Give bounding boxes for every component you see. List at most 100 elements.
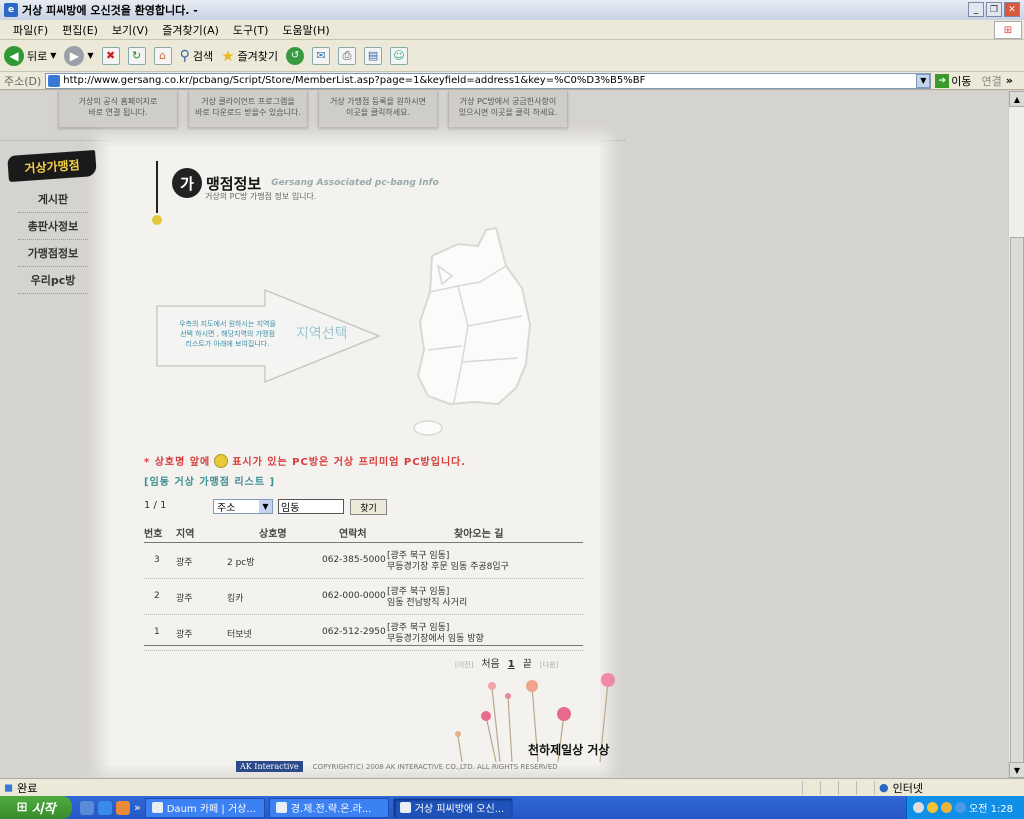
search-field-value: 주소 bbox=[217, 503, 236, 514]
game-brand-logo: 천하제일상 거상 bbox=[528, 743, 610, 757]
sidenav-mypcbang[interactable]: 우리pc방 bbox=[18, 267, 88, 294]
forward-button[interactable]: ▶ ▼ bbox=[64, 45, 94, 66]
cell-phone: 062-385-5000 bbox=[322, 555, 386, 565]
search-label: 검색 bbox=[192, 49, 214, 63]
go-arrow-icon: ➔ bbox=[935, 73, 950, 88]
mail-icon[interactable]: ✉ bbox=[312, 46, 331, 65]
go-label: 이동 bbox=[951, 74, 972, 88]
window-icon bbox=[275, 802, 287, 813]
minimize-button[interactable]: _ bbox=[968, 2, 984, 17]
links-label[interactable]: 연결 bbox=[982, 73, 1002, 89]
address-label: 주소(D) bbox=[4, 74, 42, 88]
scroll-down-icon[interactable]: ▼ bbox=[1009, 762, 1024, 778]
table-row[interactable]: 2 광주 킹카 062-000-0000 [광주 북구 임동] 임동 전남방직 … bbox=[144, 579, 583, 615]
menu-tools[interactable]: 도구(T) bbox=[226, 22, 276, 38]
start-label: 시작 bbox=[31, 802, 56, 817]
search-icon: ⚲ bbox=[179, 47, 190, 64]
address-dropdown-icon[interactable]: ▼ bbox=[916, 73, 931, 88]
cell-region: 광주 bbox=[176, 630, 193, 640]
notice-after: 표시가 있는 PC방은 거상 프리미엄 PC방입니다. bbox=[232, 457, 467, 468]
window-title: 거상 피씨방에 오신것을 환영합니다. - bbox=[22, 4, 198, 17]
home-icon[interactable]: ⌂ bbox=[153, 46, 172, 65]
find-button[interactable]: 찾기 bbox=[350, 499, 387, 515]
more-chevron-icon[interactable]: » bbox=[1006, 74, 1013, 87]
menu-edit[interactable]: 편집(E) bbox=[55, 22, 105, 38]
desktop-icon[interactable] bbox=[80, 800, 94, 815]
header-directions: 찾아오는 길 bbox=[454, 529, 504, 540]
search-button[interactable]: ⚲ 검색 bbox=[180, 48, 214, 64]
tray-network-icon[interactable] bbox=[955, 802, 966, 813]
quick-launch: » bbox=[80, 800, 141, 815]
menu-favorites[interactable]: 즐겨찾기(A) bbox=[155, 22, 226, 38]
top-nav: 거상의 공식 홈페이지로 바로 연결 됩니다. 거상 클라이언트 프로그램을 바… bbox=[58, 91, 568, 128]
address-input[interactable]: http://www.gersang.co.kr/pcbang/Script/S… bbox=[45, 72, 932, 89]
task-label: Daum 카페 | 거상... bbox=[166, 804, 256, 815]
maximize-button[interactable]: ❐ bbox=[986, 2, 1002, 17]
topnav-download[interactable]: 거상 클라이언트 프로그램을 바로 다운로드 받을수 있습니다. bbox=[188, 91, 308, 128]
print-icon[interactable]: ⎙ bbox=[338, 46, 357, 65]
cell-region: 광주 bbox=[176, 594, 193, 604]
topnav-homepage[interactable]: 거상의 공식 홈페이지로 바로 연결 됩니다. bbox=[58, 91, 178, 128]
topnav-inquiry[interactable]: 거상 PC방에서 궁금한사항이 있으시면 이곳을 클릭 하세요. bbox=[448, 91, 568, 128]
history-icon[interactable]: ↺ bbox=[286, 46, 305, 65]
favorites-label: 즐겨찾기 bbox=[237, 49, 279, 63]
menu-file[interactable]: 파일(F) bbox=[6, 22, 55, 38]
app-icon[interactable] bbox=[116, 800, 130, 815]
task-daum-cafe[interactable]: Daum 카페 | 거상... bbox=[144, 797, 265, 818]
close-button[interactable]: ✕ bbox=[1004, 2, 1020, 17]
header-name: 상호명 bbox=[259, 529, 287, 540]
cell-addr-detail: 무등경기장 후문 임동 주공8입구 bbox=[387, 562, 509, 572]
star-icon: ★ bbox=[221, 46, 235, 65]
sidenav-distributor[interactable]: 총판사정보 bbox=[18, 213, 88, 240]
korea-map[interactable] bbox=[410, 226, 540, 441]
premium-coin-icon bbox=[214, 453, 229, 468]
address-bar: 주소(D) http://www.gersang.co.kr/pcbang/Sc… bbox=[0, 72, 1024, 90]
back-button[interactable]: ◀ 뒤로 ▼ bbox=[4, 45, 56, 66]
taskbar: ⊞ 시작 » Daum 카페 | 거상... 경.제.전.략.온.라... 거상… bbox=[0, 796, 1024, 819]
cell-addr-detail: 임동 전남방직 사거리 bbox=[387, 598, 468, 608]
sidenav-affiliate[interactable]: 가맹점정보 bbox=[18, 240, 88, 267]
task-gersang-pcbang[interactable]: 거상 피씨방에 오신... bbox=[392, 797, 513, 818]
refresh-icon[interactable]: ↻ bbox=[127, 46, 146, 65]
start-button[interactable]: ⊞ 시작 bbox=[0, 796, 72, 819]
cell-name[interactable]: 터보넷 bbox=[227, 627, 252, 640]
table-row[interactable]: 3 광주 2 pc방 062-385-5000 [광주 북구 임동] 무등경기장… bbox=[144, 543, 583, 579]
zone-label: 인터넷 bbox=[892, 781, 923, 795]
region-instruction: 우측의 지도에서 원하시는 지역을 선택 하시면 , 해당지역의 가맹점 리스트… bbox=[179, 320, 276, 348]
task-economy-strategy[interactable]: 경.제.전.략.온.라... bbox=[268, 797, 389, 818]
tray-messenger-icon[interactable] bbox=[927, 802, 938, 813]
search-field-select[interactable]: 주소 ▼ bbox=[213, 499, 273, 514]
menu-help[interactable]: 도움말(H) bbox=[275, 22, 336, 38]
go-button[interactable]: ➔ 이동 bbox=[935, 73, 972, 89]
tray-shield-icon[interactable] bbox=[941, 802, 952, 813]
ie-page-icon: e bbox=[4, 3, 18, 17]
messenger-icon[interactable]: ☺ bbox=[390, 46, 409, 65]
search-keyword-input[interactable] bbox=[278, 499, 344, 514]
ak-interactive-logo[interactable]: AK Interactive bbox=[236, 761, 303, 772]
status-divider bbox=[838, 780, 856, 795]
header-no: 번호 bbox=[144, 529, 163, 540]
sidenav-board[interactable]: 게시판 bbox=[18, 186, 88, 213]
system-tray: 오전 1:28 bbox=[906, 796, 1024, 819]
cell-name[interactable]: 킹카 bbox=[227, 591, 244, 604]
scroll-up-icon[interactable]: ▲ bbox=[1009, 91, 1024, 107]
edit-icon[interactable]: ▤ bbox=[364, 46, 383, 65]
table-header: 번호 지역 상호명 연락처 찾아오는 길 bbox=[144, 523, 583, 543]
stop-icon[interactable]: ✖ bbox=[101, 46, 120, 65]
windows-flag-icon: ⊞ bbox=[16, 800, 28, 815]
scroll-thumb[interactable] bbox=[1010, 237, 1024, 767]
topnav-register[interactable]: 거상 가맹점 등록을 원하시면 이곳을 클릭하세요. bbox=[318, 91, 438, 128]
cell-name[interactable]: 2 pc방 bbox=[227, 555, 255, 568]
menu-view[interactable]: 보기(V) bbox=[105, 22, 155, 38]
status-bar: ◼ 완료 ● 인터넷 bbox=[0, 778, 1024, 796]
title-mark: 가 bbox=[172, 168, 202, 198]
ie-icon[interactable] bbox=[98, 800, 112, 815]
vertical-scrollbar[interactable]: ▲ ▼ bbox=[1008, 91, 1024, 778]
cell-no: 2 bbox=[154, 591, 160, 601]
tray-arrow-icon[interactable] bbox=[913, 802, 924, 813]
back-arrow-icon: ◀ bbox=[4, 45, 24, 66]
cell-phone: 062-512-2950 bbox=[322, 627, 386, 637]
favorites-button[interactable]: ★ 즐겨찾기 bbox=[221, 47, 278, 65]
site-logo[interactable]: 거상가맹점 bbox=[7, 149, 97, 183]
page-viewport: 거상의 공식 홈페이지로 바로 연결 됩니다. 거상 클라이언트 프로그램을 바… bbox=[0, 91, 1008, 778]
